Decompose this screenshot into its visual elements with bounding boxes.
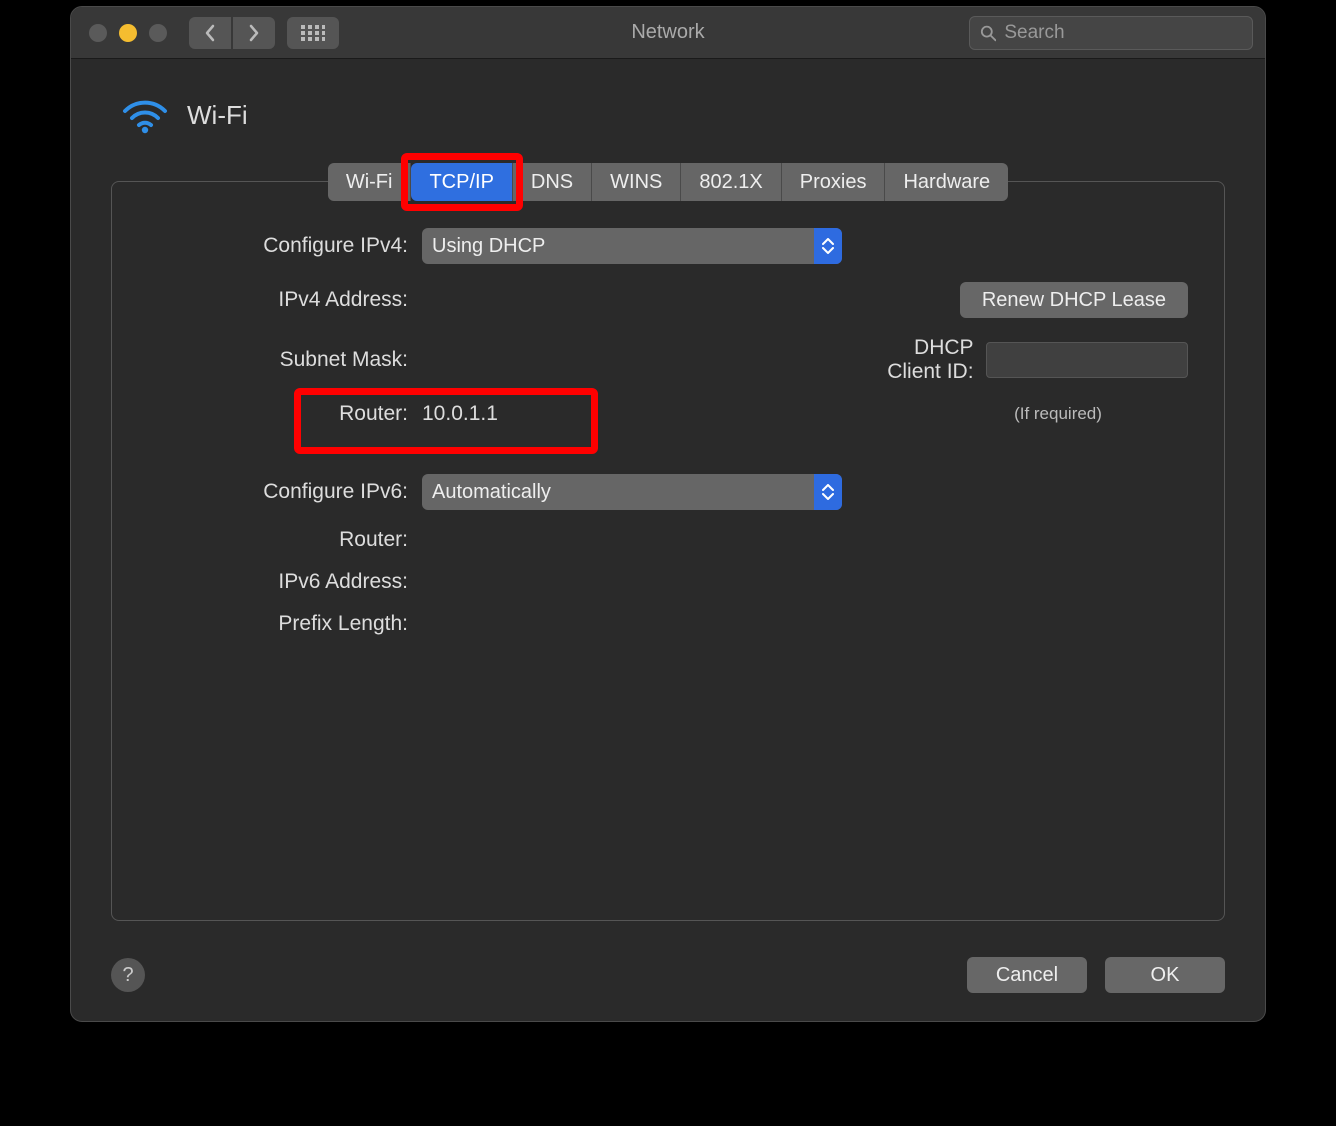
back-button[interactable] xyxy=(189,17,231,49)
search-field[interactable] xyxy=(969,16,1253,50)
ipv4-router-label: Router: xyxy=(148,402,408,426)
tab-wifi[interactable]: Wi-Fi xyxy=(328,163,412,201)
ipv6-router-label: Router: xyxy=(148,528,408,552)
tab-strip: Wi-Fi TCP/IP DNS WINS 802.1X Proxies Har… xyxy=(328,163,1008,201)
dhcp-client-id-hint: (If required) xyxy=(928,404,1188,424)
chevron-left-icon xyxy=(204,24,216,42)
renew-dhcp-lease-button[interactable]: Renew DHCP Lease xyxy=(960,282,1188,318)
chevron-right-icon xyxy=(248,24,260,42)
tab-wins[interactable]: WINS xyxy=(592,163,681,201)
dhcp-client-id-input[interactable] xyxy=(986,342,1188,378)
prefix-length-label: Prefix Length: xyxy=(148,612,408,636)
tab-proxies[interactable]: Proxies xyxy=(782,163,886,201)
select-stepper-icon xyxy=(814,474,842,510)
configure-ipv6-select[interactable]: Automatically xyxy=(422,474,842,510)
help-icon: ? xyxy=(122,964,133,987)
select-stepper-icon xyxy=(814,228,842,264)
search-input[interactable] xyxy=(1004,22,1242,44)
tcpip-panel: Configure IPv4: Using DHCP IPv4 Address:… xyxy=(111,181,1225,921)
window-controls xyxy=(89,24,167,42)
tab-hardware[interactable]: Hardware xyxy=(885,163,1008,201)
configure-ipv4-label: Configure IPv4: xyxy=(148,234,408,258)
dhcp-client-id-label: DHCP Client ID: xyxy=(856,336,974,384)
tab-8021x[interactable]: 802.1X xyxy=(681,163,781,201)
configure-ipv4-value: Using DHCP xyxy=(432,235,545,258)
dialog-footer: ? Cancel OK xyxy=(71,941,1265,1021)
help-button[interactable]: ? xyxy=(111,958,145,992)
minimize-window-button[interactable] xyxy=(119,24,137,42)
configure-ipv6-value: Automatically xyxy=(432,481,551,504)
content-area: Wi-Fi Wi-Fi TCP/IP DNS WINS 802.1X Proxi… xyxy=(71,59,1265,941)
nav-buttons xyxy=(189,17,275,49)
close-window-button[interactable] xyxy=(89,24,107,42)
forward-button[interactable] xyxy=(233,17,275,49)
ipv4-router-value: 10.0.1.1 xyxy=(422,402,498,426)
network-preferences-window: Network Wi-Fi Wi-Fi TCP/IP xyxy=(70,6,1266,1022)
ipv4-address-label: IPv4 Address: xyxy=(148,288,408,312)
titlebar: Network xyxy=(71,7,1265,59)
grid-icon xyxy=(301,25,325,41)
ipv6-address-label: IPv6 Address: xyxy=(148,570,408,594)
configure-ipv4-select[interactable]: Using DHCP xyxy=(422,228,842,264)
show-all-button[interactable] xyxy=(287,17,339,49)
ok-button[interactable]: OK xyxy=(1105,957,1225,993)
tab-tcpip[interactable]: TCP/IP xyxy=(411,163,512,201)
configure-ipv6-label: Configure IPv6: xyxy=(148,480,408,504)
subnet-mask-label: Subnet Mask: xyxy=(148,348,408,372)
search-icon xyxy=(980,24,996,42)
zoom-window-button[interactable] xyxy=(149,24,167,42)
wifi-icon xyxy=(121,95,169,135)
cancel-button[interactable]: Cancel xyxy=(967,957,1087,993)
tab-dns[interactable]: DNS xyxy=(513,163,592,201)
interface-header: Wi-Fi xyxy=(111,95,1225,135)
interface-name: Wi-Fi xyxy=(187,100,248,131)
